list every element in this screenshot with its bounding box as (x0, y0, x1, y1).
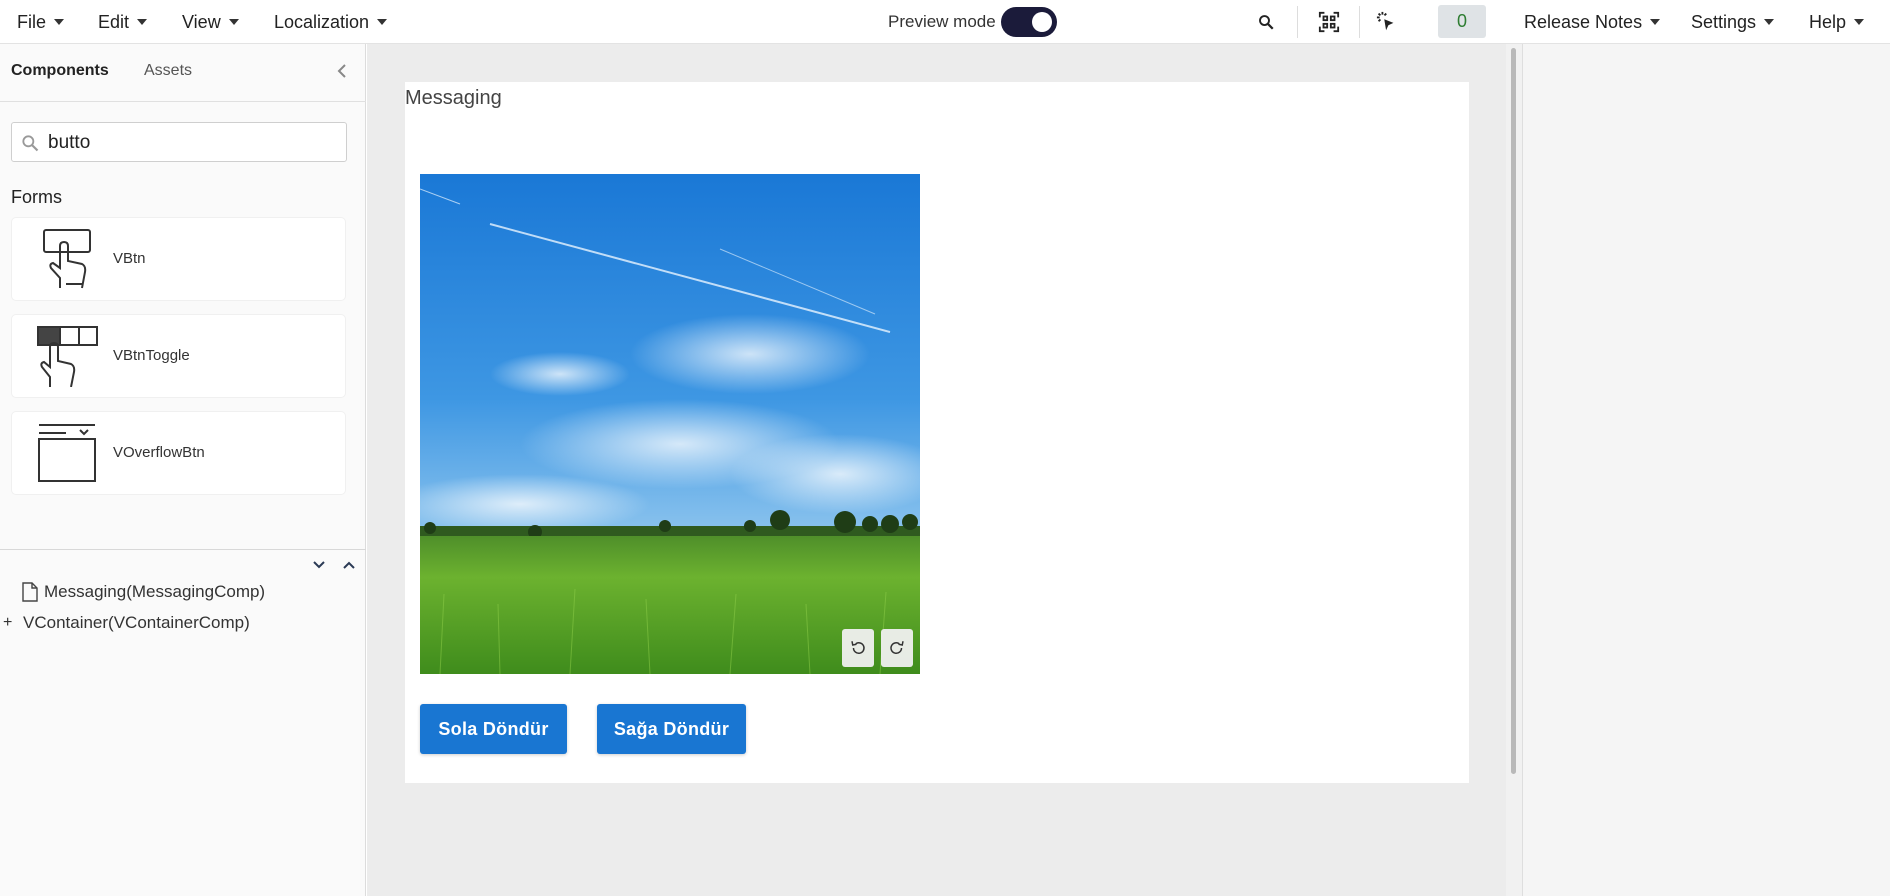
toolbar-divider (1359, 6, 1360, 38)
panel-tabs: Components Assets (0, 44, 366, 102)
page-preview: Messaging Sola Döndür Sağa Döndür (405, 82, 1469, 783)
plus-icon[interactable]: + (3, 614, 23, 632)
edit-caret-icon (137, 19, 148, 25)
component-card-vbtntoggle[interactable]: VBtnToggle (12, 315, 345, 397)
tree-item-label: VContainer(VContainerComp) (23, 613, 250, 632)
tree-item-messaging[interactable]: Messaging(MessagingComp) (22, 582, 265, 602)
settings-label: Settings (1691, 11, 1757, 32)
section-forms-title: Forms (11, 187, 62, 207)
settings-caret-icon (1764, 19, 1775, 25)
tab-components[interactable]: Components (11, 62, 109, 80)
release-notes-caret-icon (1650, 19, 1661, 25)
search-icon[interactable] (1252, 8, 1280, 36)
landscape-picture (420, 174, 920, 674)
component-card-vbtn[interactable]: VBtn (12, 218, 345, 300)
component-label: VBtnToggle (113, 347, 190, 364)
button-hand-icon (36, 228, 98, 290)
cursor-click-icon[interactable] (1373, 8, 1401, 36)
tree-item-label: Messaging(MessagingComp) (44, 582, 266, 601)
search-icon (20, 133, 40, 153)
chevron-left-icon[interactable] (332, 61, 352, 81)
rotate-left-icon[interactable] (842, 629, 874, 667)
component-card-voverflowbtn[interactable]: VOverflowBtn (12, 412, 345, 494)
left-panel: Components Assets Forms VBtn VBtnToggle … (0, 44, 366, 896)
release-notes-menu[interactable]: Release Notes (1524, 0, 1661, 44)
overflow-button-icon (36, 422, 98, 484)
toggle-knob (1032, 12, 1052, 32)
file-menu[interactable]: File (17, 0, 65, 44)
release-notes-label: Release Notes (1524, 11, 1643, 32)
properties-panel (1522, 44, 1890, 896)
preview-mode-label: Preview mode (888, 12, 996, 31)
edit-menu-label: Edit (98, 11, 130, 32)
component-label: VOverflowBtn (113, 444, 205, 461)
top-menu-bar: File Edit View Localization Preview mode… (0, 0, 1890, 44)
rotate-right-icon[interactable] (881, 629, 913, 667)
page-title: Messaging (405, 87, 502, 109)
file-icon (22, 582, 40, 602)
tree-item-vcontainer[interactable]: + VContainer(VContainerComp) (3, 613, 250, 633)
preview-mode-toggle[interactable] (1001, 7, 1057, 37)
qr-scan-icon[interactable] (1315, 8, 1343, 36)
localization-menu-label: Localization (274, 11, 370, 32)
counter-badge[interactable]: 0 (1438, 5, 1486, 38)
help-label: Help (1809, 11, 1847, 32)
component-label: VBtn (113, 250, 146, 267)
search-input[interactable] (48, 129, 338, 157)
chevron-down-icon[interactable] (310, 556, 328, 574)
rotate-right-button[interactable]: Sağa Döndür (597, 704, 746, 754)
settings-menu[interactable]: Settings (1691, 0, 1775, 44)
tree-divider (0, 549, 366, 550)
toggle-hand-icon (36, 325, 98, 388)
toolbar-divider (1297, 6, 1298, 38)
help-caret-icon (1854, 19, 1865, 25)
chevron-up-icon[interactable] (340, 556, 358, 574)
localization-caret-icon (377, 19, 388, 25)
component-search-field (11, 122, 347, 162)
file-caret-icon (54, 19, 65, 25)
edit-menu[interactable]: Edit (98, 0, 148, 44)
help-menu[interactable]: Help (1809, 0, 1865, 44)
localization-menu[interactable]: Localization (274, 0, 388, 44)
view-menu[interactable]: View (182, 0, 239, 44)
view-caret-icon (228, 19, 239, 25)
canvas-scrollbar[interactable] (1511, 48, 1516, 774)
tab-assets[interactable]: Assets (144, 62, 192, 80)
rotate-left-button[interactable]: Sola Döndür (420, 704, 567, 754)
file-menu-label: File (17, 11, 47, 32)
view-menu-label: View (182, 11, 221, 32)
landscape-image[interactable] (420, 174, 920, 674)
